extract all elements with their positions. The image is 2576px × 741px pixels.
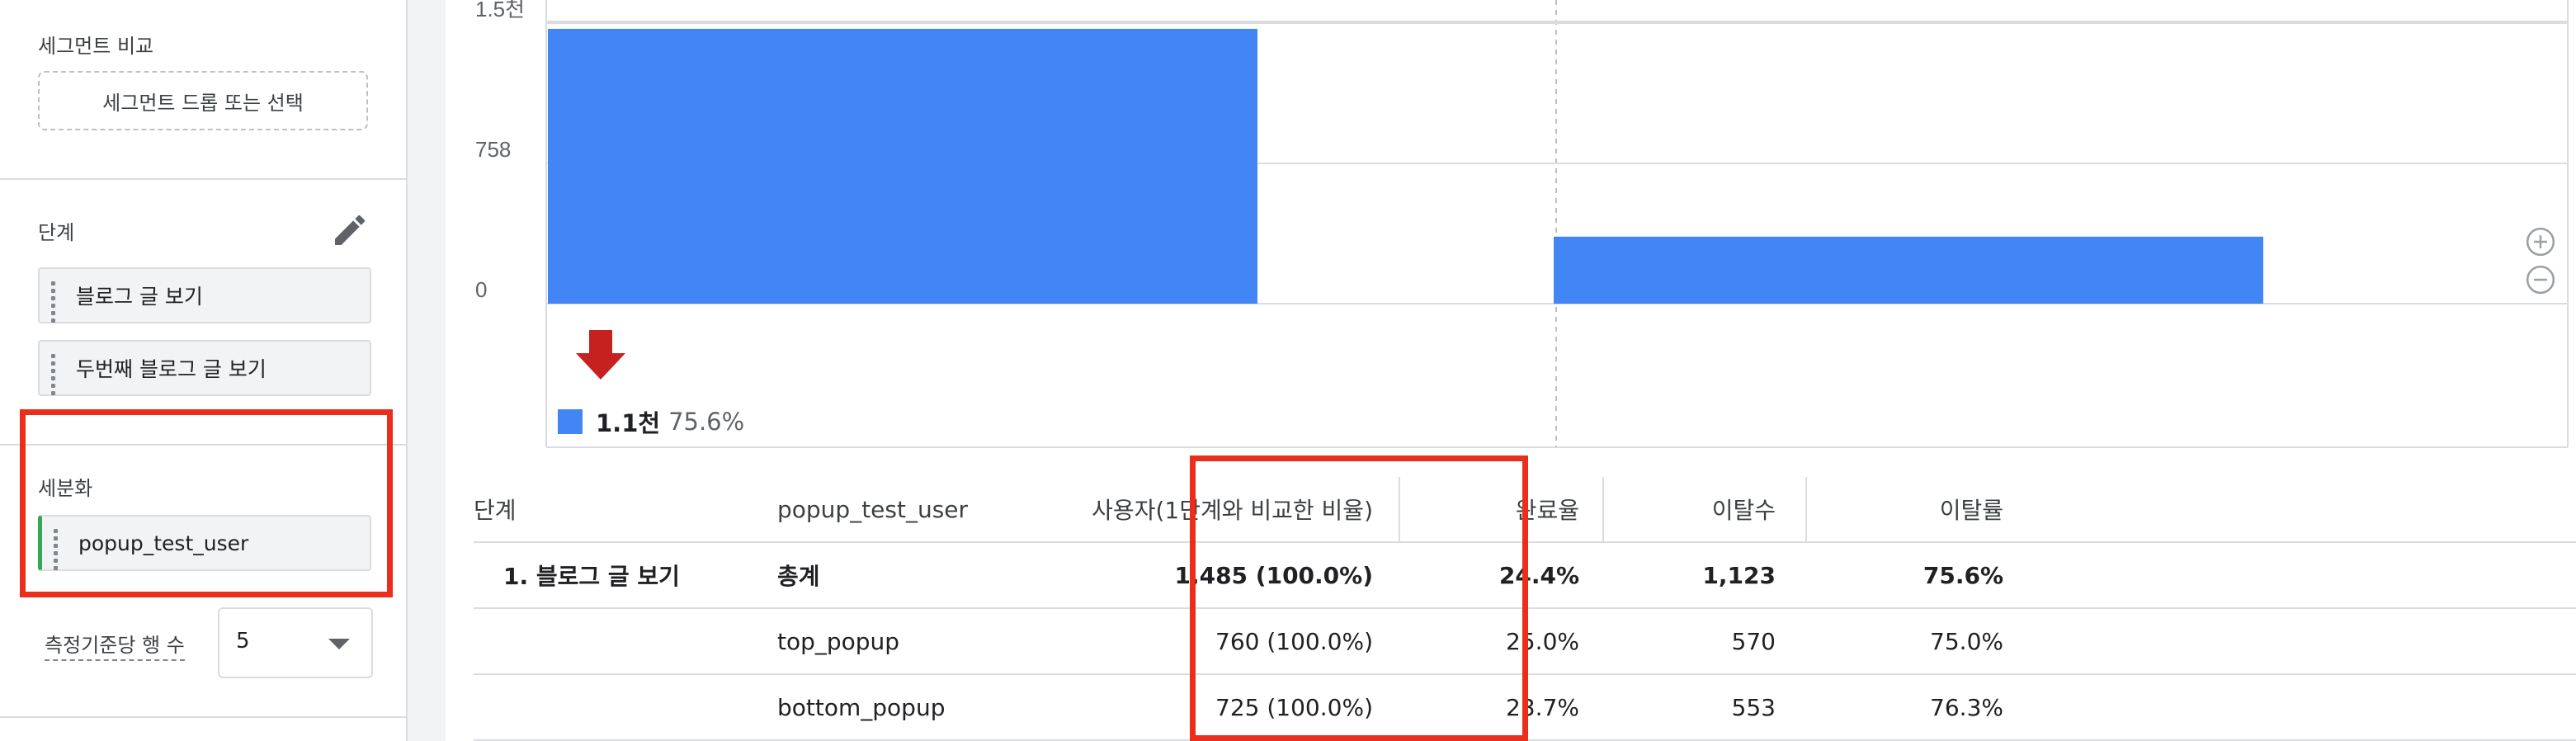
funnel-chart: 0 758 1.5천 bbox=[475, 0, 2569, 448]
segment-compare-title: 세그먼트 비교 bbox=[38, 35, 154, 58]
rows-per-dimension-label: 측정기준당 행 수 bbox=[45, 629, 185, 661]
column-header-step[interactable]: 단계 bbox=[474, 477, 517, 541]
steps-title: 단계 bbox=[38, 221, 75, 244]
cell-breakdown: top_popup bbox=[777, 627, 900, 655]
dropoff-rate: 75.6% bbox=[668, 408, 745, 436]
chevron-down-icon bbox=[328, 639, 350, 649]
y-tick-label: 758 bbox=[475, 137, 511, 162]
zoom-in-icon[interactable] bbox=[2525, 226, 2556, 257]
cell-dropoff-rate: 75.6% bbox=[1923, 561, 2003, 589]
main-content: 0 758 1.5천 1.1천 75.6% 단계 popup_test_user 사… bbox=[446, 0, 2576, 741]
chart-bars bbox=[548, 28, 2263, 304]
legend-swatch bbox=[558, 409, 583, 434]
cell-breakdown: 총계 bbox=[777, 563, 820, 590]
step-item-label: 블로그 글 보기 bbox=[76, 285, 203, 309]
highlight-box bbox=[20, 409, 393, 597]
rows-per-dimension-value: 5 bbox=[236, 629, 250, 654]
cell-breakdown: bottom_popup bbox=[777, 693, 946, 721]
column-header-breakdown[interactable]: popup_test_user bbox=[777, 477, 968, 541]
cell-dropoffs: 1,123 bbox=[1702, 561, 1776, 589]
y-tick-label: 1.5천 bbox=[475, 0, 525, 21]
segment-dropzone[interactable]: 세그먼트 드롭 또는 선택 bbox=[38, 71, 368, 130]
cell-dropoffs: 570 bbox=[1731, 627, 1776, 655]
steps-section: 단계 블로그 글 보기 두번째 블로그 글 보기 bbox=[0, 178, 406, 446]
dropoff-legend: 1.1천 75.6% bbox=[558, 404, 744, 439]
step-item[interactable]: 블로그 글 보기 bbox=[38, 267, 371, 323]
rows-per-dimension-select[interactable]: 5 bbox=[218, 607, 373, 678]
chart-bar[interactable] bbox=[548, 28, 1257, 304]
cell-dropoff-rate: 76.3% bbox=[1930, 693, 2003, 721]
step-item[interactable]: 두번째 블로그 글 보기 bbox=[38, 340, 371, 396]
y-tick-label: 0 bbox=[475, 277, 487, 302]
column-header-dropoff-rate[interactable]: 이탈률 bbox=[1827, 477, 2003, 541]
cell-step: 1. 블로그 글 보기 bbox=[503, 563, 680, 590]
drag-handle-icon[interactable] bbox=[51, 354, 61, 395]
zoom-out-icon[interactable] bbox=[2525, 264, 2556, 295]
highlight-box bbox=[1190, 455, 1528, 741]
dropoff-arrow-icon bbox=[576, 330, 625, 380]
column-divider bbox=[1805, 477, 1807, 541]
dropoff-value: 1.1천 bbox=[596, 409, 661, 437]
chart-bar[interactable] bbox=[1554, 236, 2263, 304]
drag-handle-icon[interactable] bbox=[51, 281, 61, 323]
pencil-icon[interactable] bbox=[330, 210, 370, 250]
chart-y-ticks: 0 758 1.5천 bbox=[475, 0, 525, 302]
column-divider bbox=[1602, 477, 1604, 541]
tab-settings-panel: 세그먼트 비교 세그먼트 드롭 또는 선택 단계 블로그 글 보기 두번째 블로… bbox=[0, 0, 408, 741]
column-header-dropoffs[interactable]: 이탈수 bbox=[1621, 477, 1776, 541]
step-item-label: 두번째 블로그 글 보기 bbox=[76, 357, 267, 381]
cell-dropoff-rate: 75.0% bbox=[1930, 627, 2003, 655]
cell-dropoffs: 553 bbox=[1731, 693, 1776, 721]
segment-compare-section: 세그먼트 비교 세그먼트 드롭 또는 선택 bbox=[0, 0, 406, 180]
